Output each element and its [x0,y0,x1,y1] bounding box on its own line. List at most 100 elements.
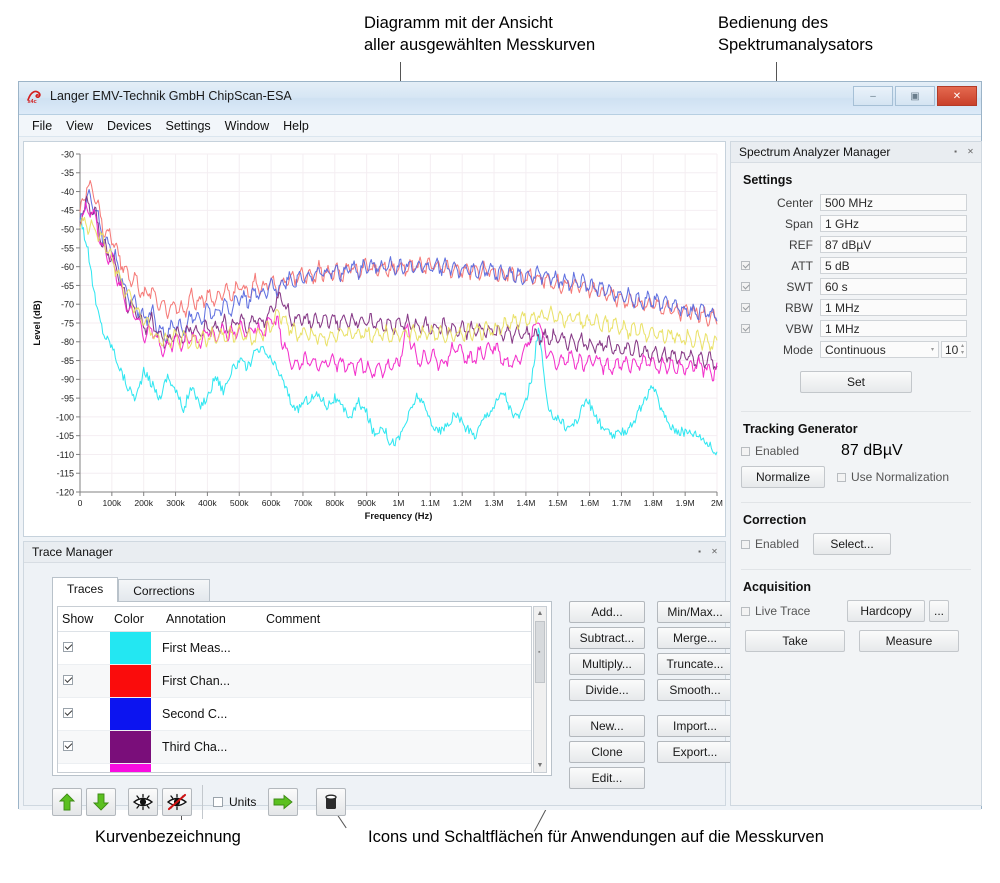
take-button[interactable]: Take [745,630,845,652]
column-header-color[interactable]: Color [110,607,162,632]
new-button[interactable]: New... [569,715,645,737]
menu-item-devices[interactable]: Devices [100,118,158,134]
add-button[interactable]: Add... [569,601,645,623]
cell-comment[interactable] [262,665,531,698]
normalize-button[interactable]: Normalize [741,466,825,488]
table-row[interactable]: First Chan... [58,665,531,698]
move-down-button[interactable] [86,788,116,816]
setting-field-vbw[interactable]: 1 MHz [820,320,967,337]
close-icon[interactable]: ✕ [965,146,976,157]
mode-count-stepper[interactable]: 10 ▴▾ [941,341,967,358]
row-show-checkbox[interactable] [63,642,73,652]
spectrum-chart[interactable]: -30-35-40-45-50-55-60-65-70-75-80-85-90-… [24,142,725,536]
move-up-button[interactable] [52,788,82,816]
import-button[interactable]: Import... [657,715,733,737]
cell-comment[interactable] [262,764,531,774]
correction-enabled-checkbox[interactable] [741,540,750,549]
cell-annotation[interactable]: Second C... [162,698,262,731]
stepper-arrows-icon[interactable]: ▴▾ [961,343,964,357]
cell-color[interactable] [110,731,162,764]
cell-annotation[interactable]: First Meas... [162,632,262,665]
select-button[interactable]: Select... [813,533,891,555]
maximize-button[interactable]: ▣ [895,86,935,106]
column-header-annotation[interactable]: Annotation [162,607,262,632]
tracking-level-field[interactable]: 87 dBµV [841,442,967,460]
units-checkbox[interactable] [213,797,223,807]
menu-item-settings[interactable]: Settings [159,118,218,134]
mode-select[interactable]: Continuous ▾ [820,341,939,358]
menu-item-view[interactable]: View [59,118,100,134]
hardcopy-button[interactable]: Hardcopy [847,600,925,622]
use-normalization-checkbox[interactable] [837,473,846,482]
cell-comment[interactable] [262,632,531,665]
setting-field-swt[interactable]: 60 s [820,278,967,295]
cell-color[interactable] [110,764,162,774]
traces-table: Show Color Annotation Comment First Meas… [58,607,531,773]
live-trace-checkbox[interactable] [741,607,750,616]
menu-item-window[interactable]: Window [218,118,276,134]
spectrum-chart-panel[interactable]: -30-35-40-45-50-55-60-65-70-75-80-85-90-… [23,141,726,537]
cell-color[interactable] [110,632,162,665]
setting-field-span[interactable]: 1 GHz [820,215,967,232]
traces-scrollbar[interactable]: ▲ ▪ ▼ [533,606,547,773]
set-button[interactable]: Set [800,371,912,393]
clone-button[interactable]: Clone [569,741,645,763]
show-all-button[interactable] [128,788,158,816]
subtract-button[interactable]: Subtract... [569,627,645,649]
color-swatch[interactable] [110,731,151,763]
float-icon[interactable]: ▪ [694,546,705,557]
scroll-up-icon[interactable]: ▲ [534,607,546,620]
setting-checkbox-att[interactable] [741,261,750,270]
row-show-checkbox[interactable] [63,708,73,718]
row-show-checkbox[interactable] [63,741,73,751]
cell-annotation[interactable]: First Chan... [162,665,262,698]
measure-button[interactable]: Measure [859,630,959,652]
setting-field-att[interactable]: 5 dB [820,257,967,274]
hide-all-button[interactable] [162,788,192,816]
setting-checkbox-swt[interactable] [741,282,750,291]
export-button[interactable]: Export... [657,741,733,763]
row-show-checkbox[interactable] [63,675,73,685]
setting-checkbox-vbw[interactable] [741,324,750,333]
cell-color[interactable] [110,698,162,731]
scroll-down-icon[interactable]: ▼ [534,759,546,772]
cell-comment[interactable] [262,698,531,731]
minimize-button[interactable]: – [853,86,893,106]
setting-field-ref[interactable]: 87 dBµV [820,236,967,253]
setting-field-rbw[interactable]: 1 MHz [820,299,967,316]
cell-comment[interactable] [262,731,531,764]
menu-item-file[interactable]: File [25,118,59,134]
table-row[interactable]: First Meas... [58,632,531,665]
edit-button[interactable]: Edit... [569,767,645,789]
color-swatch[interactable] [110,665,151,697]
tracking-enabled-checkbox[interactable] [741,447,750,456]
cell-color[interactable] [110,665,162,698]
apply-button[interactable] [268,788,298,816]
delete-button[interactable] [316,788,346,816]
hardcopy-more-button[interactable]: ... [929,600,949,622]
cell-annotation[interactable]: Fourth Ch... [162,764,262,774]
table-row[interactable]: Fourth Ch... [58,764,531,774]
setting-checkbox-rbw[interactable] [741,303,750,312]
color-swatch[interactable] [110,764,151,773]
column-header-show[interactable]: Show [58,607,110,632]
float-icon[interactable]: ▪ [950,146,961,157]
table-row[interactable]: Third Cha... [58,731,531,764]
merge-button[interactable]: Merge... [657,627,733,649]
cell-annotation[interactable]: Third Cha... [162,731,262,764]
setting-field-center[interactable]: 500 MHz [820,194,967,211]
tab-corrections[interactable]: Corrections [118,579,209,602]
column-header-comment[interactable]: Comment [262,607,531,632]
table-row[interactable]: Second C... [58,698,531,731]
menu-item-help[interactable]: Help [276,118,316,134]
minmax-button[interactable]: Min/Max... [657,601,733,623]
color-swatch[interactable] [110,632,151,664]
close-icon[interactable]: ✕ [709,546,720,557]
divide-button[interactable]: Divide... [569,679,645,701]
smooth-button[interactable]: Smooth... [657,679,733,701]
multiply-button[interactable]: Multiply... [569,653,645,675]
tab-traces[interactable]: Traces [52,577,118,602]
color-swatch[interactable] [110,698,151,730]
close-button[interactable]: ✕ [937,86,977,106]
truncate-button[interactable]: Truncate... [657,653,733,675]
